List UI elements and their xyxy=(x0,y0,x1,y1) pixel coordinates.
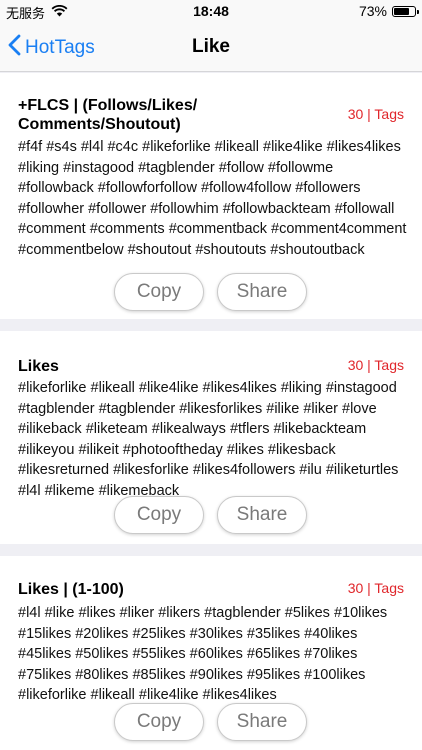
tag-count: 30 | Tags xyxy=(347,357,404,373)
card-title: Likes xyxy=(18,358,59,375)
share-button[interactable]: Share xyxy=(217,496,307,534)
tag-list: #l4l #like #likes #liker #likers #tagble… xyxy=(18,605,388,704)
card-title: Likes | (1-100) xyxy=(18,581,124,598)
card-title: +FLCS | (Follows/Likes/ Comments/Shoutou… xyxy=(18,97,198,133)
tag-count: 30 | Tags xyxy=(347,580,404,596)
tag-card: Likes 30 | Tags #likeforlike #likeall #l… xyxy=(0,331,422,544)
share-button[interactable]: Share xyxy=(217,703,307,741)
copy-button[interactable]: Copy xyxy=(114,273,204,311)
card-header: +FLCS | (Follows/Likes/ Comments/Shoutou… xyxy=(18,96,404,134)
status-right: 73% xyxy=(358,3,419,19)
navigation-bar: HotTags Like xyxy=(0,22,422,72)
tag-list: #likeforlike #likeall #like4like #likes4… xyxy=(18,380,399,499)
status-bar: 无服务 18:48 73% xyxy=(0,0,422,22)
share-button[interactable]: Share xyxy=(217,273,307,311)
tag-card: +FLCS | (Follows/Likes/ Comments/Shoutou… xyxy=(0,73,422,319)
tag-list: #f4f #s4s #l4l #c4c #likeforlike #likeal… xyxy=(18,139,407,258)
page-title: Like xyxy=(191,36,231,57)
tag-count: 30 | Tags xyxy=(347,106,404,122)
battery-icon xyxy=(392,5,419,17)
card-header: Likes | (1-100) 30 | Tags xyxy=(18,580,404,599)
card-header: Likes 30 | Tags xyxy=(18,357,404,376)
copy-button[interactable]: Copy xyxy=(114,703,204,741)
battery-percent: 73% xyxy=(358,3,387,19)
copy-button[interactable]: Copy xyxy=(114,496,204,534)
tag-card: Likes | (1-100) 30 | Tags #l4l #like #li… xyxy=(0,556,422,750)
